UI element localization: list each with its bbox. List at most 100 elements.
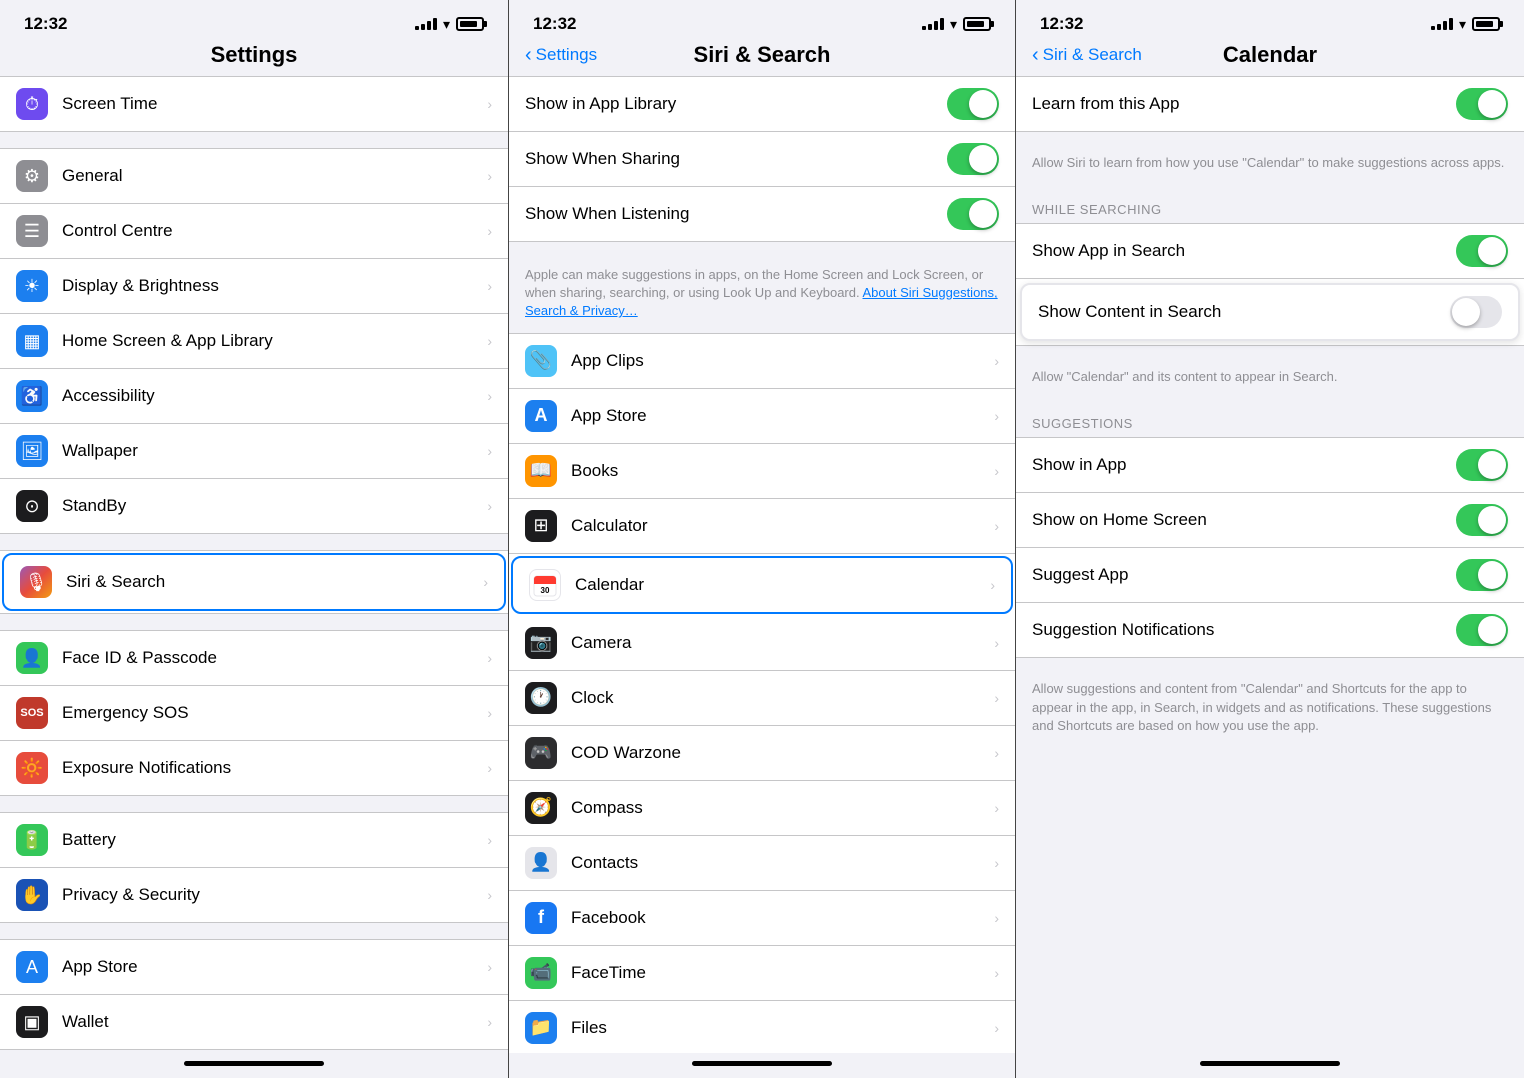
sidebar-item-app-store[interactable]: A App Store ›: [0, 940, 508, 995]
display-brightness-label: Display & Brightness: [62, 276, 479, 296]
toggle-show-app-in-search[interactable]: Show App in Search: [1016, 224, 1524, 279]
middle-back-button[interactable]: ‹ Settings: [525, 44, 597, 67]
sidebar-item-wallet[interactable]: ▣ Wallet ›: [0, 995, 508, 1049]
app-item-facebook[interactable]: f Facebook ›: [509, 891, 1015, 946]
sidebar-item-wallpaper[interactable]: 🖼 Wallpaper ›: [0, 424, 508, 479]
show-content-in-search-toggle[interactable]: [1450, 296, 1502, 328]
cod-warzone-label: COD Warzone: [571, 743, 986, 763]
wifi-icon: ▾: [443, 16, 450, 33]
toggle-show-when-listening[interactable]: Show When Listening: [509, 187, 1015, 241]
wallet-icon: ▣: [16, 1006, 48, 1038]
show-app-in-search-label: Show App in Search: [1032, 241, 1456, 261]
app-item-camera[interactable]: 📷 Camera ›: [509, 616, 1015, 671]
emergency-sos-label: Emergency SOS: [62, 703, 479, 723]
middle-status-bar: 12:32 ▾: [509, 0, 1015, 42]
middle-status-time: 12:32: [533, 14, 576, 34]
calendar-label: Calendar: [575, 575, 982, 595]
show-when-sharing-toggle[interactable]: [947, 143, 999, 175]
suggestion-notifications-toggle[interactable]: [1456, 614, 1508, 646]
toggle-show-in-app[interactable]: Show in App: [1016, 438, 1524, 493]
sidebar-item-standby[interactable]: ⊙ StandBy ›: [0, 479, 508, 533]
app-item-files[interactable]: 📁 Files ›: [509, 1001, 1015, 1053]
signal-icon: [1431, 18, 1453, 30]
show-when-listening-toggle[interactable]: [947, 198, 999, 230]
right-settings-list[interactable]: Learn from this App Allow Siri to learn …: [1016, 76, 1524, 1053]
toggle-show-on-home-screen[interactable]: Show on Home Screen: [1016, 493, 1524, 548]
app-store-list-icon: A: [525, 400, 557, 432]
show-when-listening-label: Show When Listening: [525, 204, 947, 224]
chevron-icon: ›: [994, 1020, 999, 1036]
app-item-app-clips[interactable]: 📎 App Clips ›: [509, 334, 1015, 389]
exposure-label: Exposure Notifications: [62, 758, 479, 778]
toggle-show-content-in-search[interactable]: Show Content in Search: [1020, 283, 1520, 341]
show-app-in-search-toggle[interactable]: [1456, 235, 1508, 267]
compass-label: Compass: [571, 798, 986, 818]
app-item-calculator[interactable]: ⊞ Calculator ›: [509, 499, 1015, 554]
sidebar-item-emergency-sos[interactable]: SOS Emergency SOS ›: [0, 686, 508, 741]
middle-settings-list[interactable]: Show in App Library Show When Sharing Sh…: [509, 76, 1015, 1053]
sidebar-item-general[interactable]: ⚙ General ›: [0, 149, 508, 204]
sidebar-item-face-id[interactable]: 👤 Face ID & Passcode ›: [0, 631, 508, 686]
wallet-label: Wallet: [62, 1012, 479, 1032]
chevron-icon: ›: [994, 635, 999, 651]
right-back-button[interactable]: ‹ Siri & Search: [1032, 44, 1142, 67]
signal-icon: [415, 18, 437, 30]
sidebar-item-privacy[interactable]: ✋ Privacy & Security ›: [0, 868, 508, 922]
app-item-clock[interactable]: 🕐 Clock ›: [509, 671, 1015, 726]
show-in-app-library-toggle[interactable]: [947, 88, 999, 120]
app-item-facetime[interactable]: 📹 FaceTime ›: [509, 946, 1015, 1001]
siri-suggestions-link[interactable]: About Siri Suggestions, Search & Privacy…: [525, 285, 998, 318]
sidebar-item-battery[interactable]: 🔋 Battery ›: [0, 813, 508, 868]
wifi-icon: ▾: [950, 16, 957, 33]
learn-from-app-toggle[interactable]: [1456, 88, 1508, 120]
toggle-show-in-app-library[interactable]: Show in App Library: [509, 77, 1015, 132]
exposure-icon: 🔆: [16, 752, 48, 784]
sidebar-item-home-screen[interactable]: ▦ Home Screen & App Library ›: [0, 314, 508, 369]
left-status-bar: 12:32 ▾: [0, 0, 508, 42]
sidebar-item-accessibility[interactable]: ♿ Accessibility ›: [0, 369, 508, 424]
general-icon: ⚙: [16, 160, 48, 192]
chevron-icon: ›: [487, 650, 492, 666]
chevron-icon: ›: [487, 443, 492, 459]
learn-from-app-label: Learn from this App: [1032, 94, 1456, 114]
toggle-suggest-app[interactable]: Suggest App: [1016, 548, 1524, 603]
chevron-icon: ›: [487, 498, 492, 514]
chevron-icon: ›: [487, 887, 492, 903]
show-in-app-toggle[interactable]: [1456, 449, 1508, 481]
cod-warzone-icon: 🎮: [525, 737, 557, 769]
sidebar-item-control-centre[interactable]: ☰ Control Centre ›: [0, 204, 508, 259]
clock-label: Clock: [571, 688, 986, 708]
calculator-icon: ⊞: [525, 510, 557, 542]
chevron-icon: ›: [487, 278, 492, 294]
show-on-home-screen-toggle[interactable]: [1456, 504, 1508, 536]
sidebar-item-exposure[interactable]: 🔆 Exposure Notifications ›: [0, 741, 508, 795]
left-bottom-section: 👤 Face ID & Passcode › SOS Emergency SOS…: [0, 630, 508, 796]
left-settings-list[interactable]: ⏱ Screen Time › ⚙ General › ☰ Control Ce…: [0, 76, 508, 1053]
sidebar-item-siri-search[interactable]: 🎙 Siri & Search ›: [2, 553, 506, 611]
suggestion-notifications-label: Suggestion Notifications: [1032, 620, 1456, 640]
show-when-sharing-label: Show When Sharing: [525, 149, 947, 169]
chevron-icon: ›: [994, 353, 999, 369]
clock-icon: 🕐: [525, 682, 557, 714]
control-centre-label: Control Centre: [62, 221, 479, 241]
app-item-calendar[interactable]: 30 Calendar ›: [511, 556, 1013, 614]
app-item-app-store[interactable]: A App Store ›: [509, 389, 1015, 444]
chevron-icon: ›: [990, 577, 995, 593]
toggle-show-when-sharing[interactable]: Show When Sharing: [509, 132, 1015, 187]
middle-panel: 12:32 ▾ ‹ Settings Siri & Search Show in…: [508, 0, 1016, 1078]
middle-info-text: Apple can make suggestions in apps, on t…: [509, 258, 1015, 333]
sidebar-item-screen-time[interactable]: ⏱ Screen Time ›: [0, 77, 508, 131]
control-centre-icon: ☰: [16, 215, 48, 247]
suggest-app-toggle[interactable]: [1456, 559, 1508, 591]
sidebar-item-display-brightness[interactable]: ☀ Display & Brightness ›: [0, 259, 508, 314]
app-item-cod-warzone[interactable]: 🎮 COD Warzone ›: [509, 726, 1015, 781]
chevron-icon: ›: [487, 832, 492, 848]
show-content-in-search-label: Show Content in Search: [1038, 302, 1450, 322]
toggle-suggestion-notifications[interactable]: Suggestion Notifications: [1016, 603, 1524, 657]
facebook-label: Facebook: [571, 908, 986, 928]
app-item-books[interactable]: 📖 Books ›: [509, 444, 1015, 499]
toggle-learn-from-app[interactable]: Learn from this App: [1016, 77, 1524, 131]
app-item-contacts[interactable]: 👤 Contacts ›: [509, 836, 1015, 891]
app-item-compass[interactable]: 🧭 Compass ›: [509, 781, 1015, 836]
siri-icon: 🎙: [20, 566, 52, 598]
